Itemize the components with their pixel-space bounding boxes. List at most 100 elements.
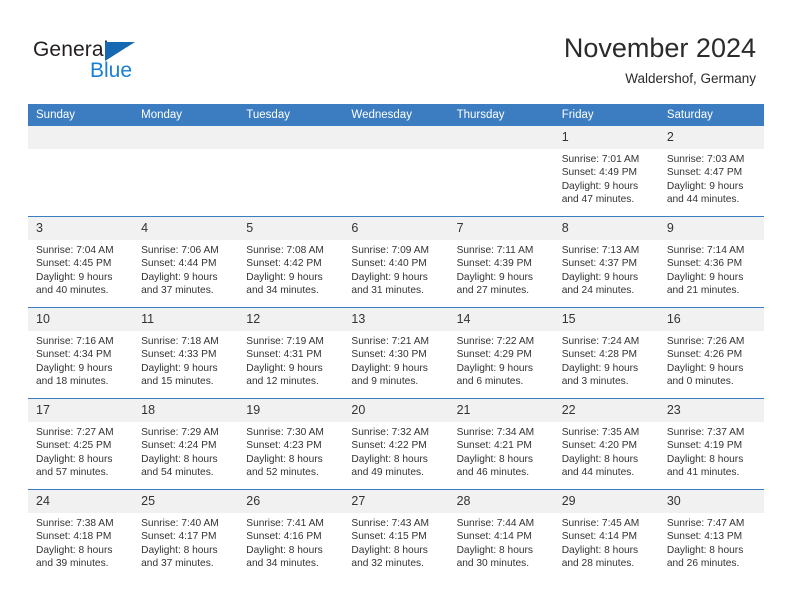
detail-sunset: Sunset: 4:45 PM <box>36 258 112 270</box>
detail-sunset: Sunset: 4:15 PM <box>351 531 427 543</box>
detail-daylight-2: and 27 minutes. <box>456 285 530 297</box>
calendar-day-cell[interactable]: 18 Sunrise: 7:29 AM Sunset: 4:24 PM Dayligh… <box>133 398 239 490</box>
detail-daylight-2: and 37 minutes. <box>141 558 214 570</box>
calendar-day-cell[interactable]: 23 Sunrise: 7:37 AM Sunset: 4:19 PM Dayligh… <box>658 398 764 490</box>
calendar-day-cell[interactable]: 22 Sunrise: 7:35 AM Sunset: 4:20 PM Dayligh… <box>553 398 659 490</box>
detail-daylight-2: and 24 minutes. <box>561 285 635 297</box>
calendar-day-cell[interactable]: 24 Sunrise: 7:38 AM Sunset: 4:18 PM Dayligh… <box>28 489 134 580</box>
calendar-header-row: Sunday Monday Tuesday Wednesday Thursday… <box>28 104 764 126</box>
detail-daylight-1: Daylight: 9 hours <box>561 362 639 374</box>
detail-sunrise: Sunrise: 7:41 AM <box>246 518 324 529</box>
calendar-day-cell[interactable]: 27 Sunrise: 7:43 AM Sunset: 4:15 PM Dayligh… <box>343 489 449 580</box>
day-number: 12 <box>238 308 344 331</box>
day-number <box>448 126 554 149</box>
calendar-week-row: 24 Sunrise: 7:38 AM Sunset: 4:18 PM Dayligh… <box>28 489 764 580</box>
calendar-day-cell[interactable]: 1 Sunrise: 7:01 AM Sunset: 4:49 PM Daylight… <box>553 126 659 217</box>
calendar-week-row: 17 Sunrise: 7:27 AM Sunset: 4:25 PM Dayligh… <box>28 398 764 490</box>
day-details: Sunrise: 7:08 AM Sunset: 4:42 PM Daylight:… <box>238 240 343 298</box>
general-blue-logo[interactable]: General Blue <box>33 38 163 84</box>
day-details: Sunrise: 7:27 AM Sunset: 4:25 PM Daylight:… <box>28 422 133 480</box>
calendar-day-cell[interactable]: 19 Sunrise: 7:30 AM Sunset: 4:23 PM Dayligh… <box>238 398 344 490</box>
detail-daylight-2: and 32 minutes. <box>351 558 424 570</box>
day-details: Sunrise: 7:38 AM Sunset: 4:18 PM Daylight:… <box>28 513 133 571</box>
day-details: Sunrise: 7:18 AM Sunset: 4:33 PM Daylight:… <box>133 331 238 389</box>
calendar-day-cell[interactable]: 14 Sunrise: 7:22 AM Sunset: 4:29 PM Dayligh… <box>448 307 554 399</box>
detail-sunrise: Sunrise: 7:30 AM <box>246 427 324 438</box>
detail-daylight-1: Daylight: 9 hours <box>561 180 639 192</box>
calendar-cell-empty <box>448 126 554 217</box>
detail-sunset: Sunset: 4:29 PM <box>456 349 532 361</box>
detail-sunset: Sunset: 4:14 PM <box>561 531 638 543</box>
detail-sunrise: Sunrise: 7:45 AM <box>561 518 640 529</box>
calendar-day-cell[interactable]: 20 Sunrise: 7:32 AM Sunset: 4:22 PM Dayligh… <box>343 398 449 490</box>
day-details: Sunrise: 7:09 AM Sunset: 4:40 PM Daylight:… <box>343 240 448 298</box>
calendar-day-cell[interactable]: 6 Sunrise: 7:09 AM Sunset: 4:40 PM Daylight… <box>343 216 449 308</box>
detail-sunset: Sunset: 4:16 PM <box>246 531 322 543</box>
day-details: Sunrise: 7:40 AM Sunset: 4:17 PM Daylight:… <box>133 513 238 571</box>
calendar-day-cell[interactable]: 28 Sunrise: 7:44 AM Sunset: 4:14 PM Dayligh… <box>448 489 554 580</box>
calendar-day-cell[interactable]: 7 Sunrise: 7:11 AM Sunset: 4:39 PM Daylight… <box>448 216 554 308</box>
day-details: Sunrise: 7:34 AM Sunset: 4:21 PM Daylight:… <box>449 422 554 480</box>
detail-sunrise: Sunrise: 7:38 AM <box>36 518 114 529</box>
calendar-day-cell[interactable]: 4 Sunrise: 7:06 AM Sunset: 4:44 PM Daylight… <box>133 216 239 308</box>
detail-daylight-2: and 21 minutes. <box>666 285 740 297</box>
day-number: 1 <box>553 126 659 149</box>
detail-sunset: Sunset: 4:22 PM <box>351 440 427 452</box>
detail-sunrise: Sunrise: 7:40 AM <box>141 518 219 529</box>
calendar-day-cell[interactable]: 9 Sunrise: 7:14 AM Sunset: 4:36 PM Daylight… <box>658 216 764 308</box>
detail-daylight-1: Daylight: 8 hours <box>456 453 534 465</box>
detail-daylight-1: Daylight: 8 hours <box>666 544 744 556</box>
calendar-day-cell[interactable]: 11 Sunrise: 7:18 AM Sunset: 4:33 PM Dayligh… <box>133 307 239 399</box>
calendar-week-row: 10 Sunrise: 7:16 AM Sunset: 4:34 PM Dayligh… <box>28 307 764 399</box>
calendar-day-cell[interactable]: 3 Sunrise: 7:04 AM Sunset: 4:45 PM Daylight… <box>28 216 134 308</box>
calendar-day-cell[interactable]: 13 Sunrise: 7:21 AM Sunset: 4:30 PM Dayligh… <box>343 307 449 399</box>
calendar-day-cell[interactable]: 8 Sunrise: 7:13 AM Sunset: 4:37 PM Daylight… <box>553 216 659 308</box>
day-details: Sunrise: 7:44 AM Sunset: 4:14 PM Daylight:… <box>449 513 554 571</box>
day-details: Sunrise: 7:03 AM Sunset: 4:47 PM Daylight:… <box>659 149 764 207</box>
day-details: Sunrise: 7:22 AM Sunset: 4:29 PM Daylight:… <box>449 331 554 389</box>
day-details: Sunrise: 7:47 AM Sunset: 4:13 PM Daylight:… <box>659 513 764 571</box>
calendar-day-cell[interactable]: 17 Sunrise: 7:27 AM Sunset: 4:25 PM Dayligh… <box>28 398 134 490</box>
weekday-header-wednesday: Wednesday <box>343 104 449 126</box>
detail-daylight-2: and 15 minutes. <box>141 376 214 388</box>
detail-sunset: Sunset: 4:19 PM <box>666 440 743 452</box>
calendar-day-cell[interactable]: 30 Sunrise: 7:47 AM Sunset: 4:13 PM Dayligh… <box>658 489 764 580</box>
detail-sunrise: Sunrise: 7:06 AM <box>141 245 219 256</box>
calendar-day-cell[interactable]: 29 Sunrise: 7:45 AM Sunset: 4:14 PM Dayligh… <box>553 489 659 580</box>
detail-daylight-2: and 44 minutes. <box>666 194 740 206</box>
detail-daylight-1: Daylight: 8 hours <box>666 453 744 465</box>
day-number <box>133 126 239 149</box>
day-details: Sunrise: 7:13 AM Sunset: 4:37 PM Daylight:… <box>554 240 659 298</box>
day-number: 7 <box>448 217 554 240</box>
calendar-day-cell[interactable]: 5 Sunrise: 7:08 AM Sunset: 4:42 PM Daylight… <box>238 216 344 308</box>
detail-daylight-2: and 6 minutes. <box>456 376 524 388</box>
detail-sunset: Sunset: 4:37 PM <box>561 258 638 270</box>
calendar-day-cell[interactable]: 10 Sunrise: 7:16 AM Sunset: 4:34 PM Dayligh… <box>28 307 134 399</box>
day-details: Sunrise: 7:45 AM Sunset: 4:14 PM Daylight:… <box>554 513 659 571</box>
day-details: Sunrise: 7:29 AM Sunset: 4:24 PM Daylight:… <box>133 422 238 480</box>
detail-sunrise: Sunrise: 7:19 AM <box>246 336 324 347</box>
page-header: General Blue November 2024 Waldershof, G… <box>0 0 792 104</box>
calendar-day-cell[interactable]: 12 Sunrise: 7:19 AM Sunset: 4:31 PM Dayligh… <box>238 307 344 399</box>
calendar-day-cell[interactable]: 25 Sunrise: 7:40 AM Sunset: 4:17 PM Dayligh… <box>133 489 239 580</box>
calendar-day-cell[interactable]: 16 Sunrise: 7:26 AM Sunset: 4:26 PM Dayligh… <box>658 307 764 399</box>
detail-daylight-2: and 18 minutes. <box>36 376 109 388</box>
day-number: 11 <box>133 308 239 331</box>
calendar-day-cell[interactable]: 15 Sunrise: 7:24 AM Sunset: 4:28 PM Dayligh… <box>553 307 659 399</box>
detail-daylight-1: Daylight: 9 hours <box>351 271 428 283</box>
detail-daylight-1: Daylight: 9 hours <box>36 271 113 283</box>
calendar-day-cell[interactable]: 21 Sunrise: 7:34 AM Sunset: 4:21 PM Dayligh… <box>448 398 554 490</box>
logo-word-blue: Blue <box>90 59 133 82</box>
detail-sunset: Sunset: 4:24 PM <box>141 440 217 452</box>
calendar-day-cell[interactable]: 2 Sunrise: 7:03 AM Sunset: 4:47 PM Daylight… <box>658 126 764 217</box>
detail-sunset: Sunset: 4:44 PM <box>141 258 217 270</box>
detail-sunrise: Sunrise: 7:32 AM <box>351 427 430 438</box>
detail-daylight-1: Daylight: 8 hours <box>351 453 428 465</box>
calendar-day-cell[interactable]: 26 Sunrise: 7:41 AM Sunset: 4:16 PM Dayligh… <box>238 489 344 580</box>
detail-sunrise: Sunrise: 7:18 AM <box>141 336 219 347</box>
day-details: Sunrise: 7:04 AM Sunset: 4:45 PM Daylight:… <box>28 240 133 298</box>
detail-daylight-1: Daylight: 8 hours <box>561 453 639 465</box>
detail-sunrise: Sunrise: 7:16 AM <box>36 336 114 347</box>
detail-daylight-2: and 49 minutes. <box>351 467 424 479</box>
detail-daylight-1: Daylight: 8 hours <box>246 453 323 465</box>
